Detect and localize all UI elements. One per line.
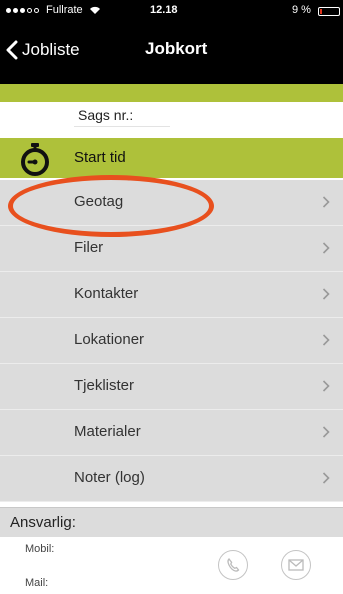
page-title: Jobkort: [145, 39, 208, 58]
start-time-button[interactable]: Start tid: [0, 138, 343, 178]
chevron-right-icon: [322, 380, 330, 392]
mobile-label: Mobil:: [25, 543, 55, 555]
phone-icon: [227, 558, 240, 572]
menu-item-kontakter[interactable]: Kontakter: [0, 272, 343, 318]
email-button[interactable]: [281, 550, 311, 580]
job-menu-list: Geotag Filer Kontakter Lokationer Tjekli…: [0, 180, 343, 502]
start-time-label: Start tid: [74, 149, 126, 166]
chevron-right-icon: [322, 288, 330, 300]
chevron-left-icon: [6, 40, 18, 60]
menu-item-noter[interactable]: Noter (log): [0, 456, 343, 502]
menu-item-label: Filer: [74, 239, 104, 256]
stopwatch-icon: [21, 143, 49, 176]
envelope-icon: [288, 559, 304, 571]
back-button-label: Jobliste: [22, 40, 80, 59]
contact-area: Mobil: Mail:: [0, 537, 343, 594]
menu-item-lokationer[interactable]: Lokationer: [0, 318, 343, 364]
menu-item-label: Geotag: [74, 193, 124, 210]
menu-item-label: Tjeklister: [74, 377, 135, 394]
signal-strength-icon: [6, 7, 39, 13]
menu-item-geotag[interactable]: Geotag: [0, 180, 343, 226]
sags-row: [0, 102, 343, 128]
battery-percent: 9 %: [292, 4, 311, 16]
navigation-bar: Jobliste Jobkort: [0, 22, 343, 84]
status-bar: Fullrate 12.18 9 %: [0, 0, 343, 22]
responsible-label: Ansvarlig:: [10, 514, 76, 531]
chevron-right-icon: [322, 334, 330, 346]
chevron-right-icon: [322, 242, 330, 254]
mail-label: Mail:: [25, 577, 49, 589]
menu-item-label: Kontakter: [74, 285, 139, 302]
status-time: 12.18: [150, 4, 178, 16]
menu-item-materialer[interactable]: Materialer: [0, 410, 343, 456]
wifi-icon: [89, 6, 100, 14]
status-left: Fullrate: [6, 4, 101, 16]
menu-item-label: Noter (log): [74, 469, 145, 486]
menu-item-filer[interactable]: Filer: [0, 226, 343, 272]
carrier-name: Fullrate: [46, 4, 83, 16]
chevron-right-icon: [322, 196, 330, 208]
call-button[interactable]: [218, 550, 248, 580]
battery-icon: [318, 7, 340, 16]
menu-item-label: Lokationer: [74, 331, 145, 348]
menu-item-tjeklister[interactable]: Tjeklister: [0, 364, 343, 410]
chevron-right-icon: [322, 472, 330, 484]
menu-item-label: Materialer: [74, 423, 141, 440]
responsible-header: Ansvarlig:: [0, 507, 343, 537]
sags-number-field[interactable]: Sags nr.:: [74, 103, 170, 127]
chevron-right-icon: [322, 426, 330, 438]
back-button[interactable]: Jobliste: [6, 40, 80, 60]
